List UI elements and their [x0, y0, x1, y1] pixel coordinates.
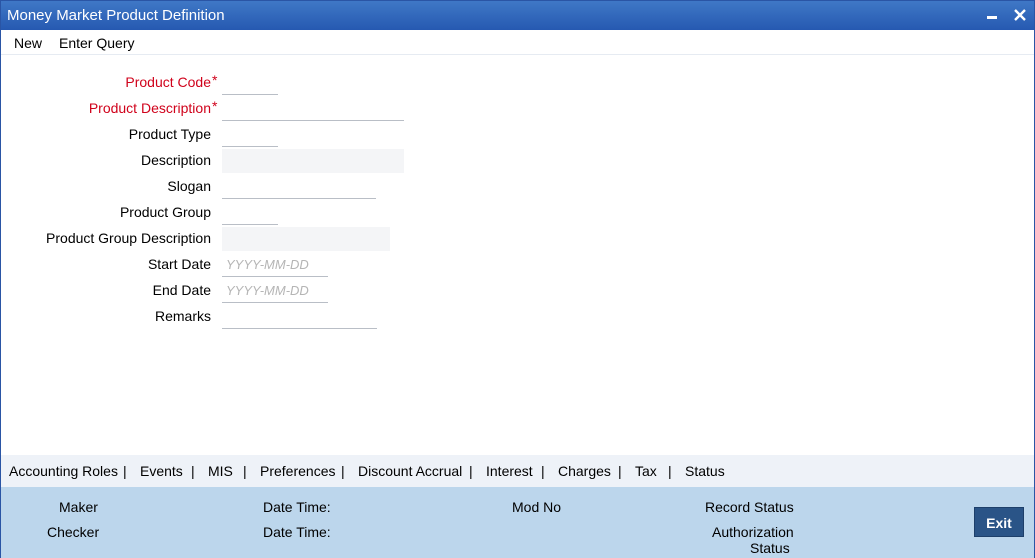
end-date-row: End Date: [1, 279, 601, 303]
product-code-label: Product Code: [125, 74, 211, 90]
remarks-label: Remarks: [154, 308, 211, 324]
description-field: [222, 149, 404, 173]
audit-footer: Maker Checker Date Time: Date Time: Mod …: [1, 487, 1034, 558]
tab-status[interactable]: Status: [685, 463, 725, 479]
tab-separator: |: [469, 463, 473, 479]
start-date-field[interactable]: [222, 253, 328, 277]
product-type-field[interactable]: [222, 123, 278, 147]
checker-label: Checker: [47, 524, 100, 540]
product-type-label: Product Type: [128, 126, 211, 142]
tab-tax[interactable]: Tax: [635, 463, 657, 479]
product-group-field[interactable]: [222, 201, 278, 225]
tab-separator: |: [668, 463, 672, 479]
subsystem-tabs: Accounting Roles | Events | MIS | Prefer…: [1, 455, 1034, 487]
title-bar: Money Market Product Definition: [1, 1, 1034, 30]
description-label: Description: [140, 152, 211, 168]
product-group-description-row: Product Group Description: [1, 227, 601, 251]
tab-separator: |: [243, 463, 247, 479]
checker-date-time-label: Date Time:: [263, 524, 331, 540]
tab-interest[interactable]: Interest: [486, 463, 533, 479]
slogan-row: Slogan: [1, 175, 601, 199]
authorization-status-label: Authorization: [712, 524, 794, 540]
product-type-row: Product Type: [1, 123, 601, 147]
product-code-field[interactable]: [222, 71, 278, 95]
mod-no-label: Mod No: [512, 499, 562, 515]
close-icon[interactable]: [1009, 3, 1031, 27]
end-date-label: End Date: [152, 282, 211, 298]
window-title: Money Market Product Definition: [7, 7, 225, 24]
tab-charges[interactable]: Charges: [558, 463, 611, 479]
tab-separator: |: [541, 463, 545, 479]
product-form: Product Code * Product Description * Pro…: [1, 55, 1034, 453]
tab-accounting-roles[interactable]: Accounting Roles: [9, 463, 118, 479]
end-date-field[interactable]: [222, 279, 328, 303]
product-description-label: Product Description: [88, 100, 211, 116]
tab-discount-accrual[interactable]: Discount Accrual: [358, 463, 462, 479]
tab-separator: |: [618, 463, 622, 479]
product-group-description-field: [222, 227, 390, 251]
authorization-status-label-line2: Status: [750, 540, 790, 556]
maker-label: Maker: [59, 499, 98, 515]
product-description-field[interactable]: [222, 97, 404, 121]
tab-mis[interactable]: MIS: [208, 463, 233, 479]
product-group-row: Product Group: [1, 201, 601, 225]
description-row: Description: [1, 149, 601, 173]
tab-events[interactable]: Events: [140, 463, 183, 479]
product-definition-window: Money Market Product Definition New Ente…: [0, 0, 1035, 558]
product-group-label: Product Group: [119, 204, 211, 220]
start-date-label: Start Date: [147, 256, 211, 272]
product-code-row: Product Code *: [1, 71, 601, 95]
exit-button[interactable]: Exit: [974, 507, 1024, 537]
product-description-row: Product Description *: [1, 97, 601, 121]
record-status-label: Record Status: [705, 499, 794, 515]
toolbar: New Enter Query: [1, 30, 1034, 55]
tab-separator: |: [191, 463, 195, 479]
tab-preferences[interactable]: Preferences: [260, 463, 335, 479]
start-date-row: Start Date: [1, 253, 601, 277]
new-button[interactable]: New: [14, 35, 42, 51]
enter-query-button[interactable]: Enter Query: [59, 35, 134, 51]
remarks-field[interactable]: [222, 305, 377, 329]
slogan-label: Slogan: [167, 178, 211, 194]
remarks-row: Remarks: [1, 305, 601, 329]
slogan-field[interactable]: [222, 175, 376, 199]
tab-separator: |: [123, 463, 127, 479]
required-marker: *: [212, 98, 218, 114]
maker-date-time-label: Date Time:: [263, 499, 331, 515]
minimize-icon[interactable]: [981, 3, 1003, 27]
tab-separator: |: [341, 463, 345, 479]
required-marker: *: [212, 72, 218, 88]
product-group-description-label: Product Group Description: [46, 230, 211, 246]
